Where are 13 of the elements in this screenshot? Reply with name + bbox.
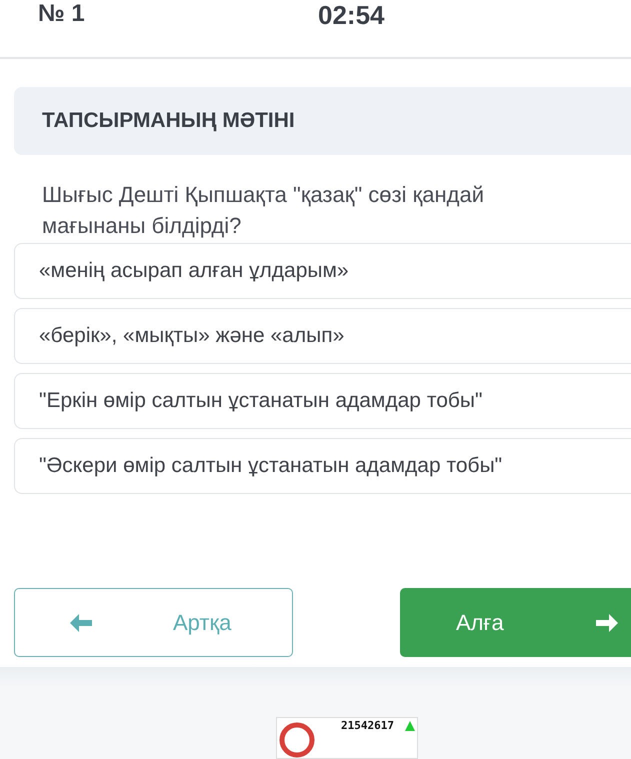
answer-option[interactable]: "Еркін өмір салтын ұстанатын адамдар тобы" [14,373,631,429]
question-number: № 1 [38,0,85,28]
timer: 02:54 [318,0,384,31]
arrow-right-icon [595,612,619,632]
circle-icon [279,722,315,758]
answer-option[interactable]: "Әскери өмір салтын ұстанатын адамдар тобы" [14,438,631,494]
triangle-up-icon [405,721,415,731]
task-title: ТАПСЫРМАНЫҢ МӘТІНІ [42,109,295,133]
answer-option[interactable]: «менің асырап алған ұлдарым» [14,243,631,299]
arrow-left-icon [69,612,93,632]
answer-option[interactable]: «берік», «мықты» және «алып» [14,308,631,364]
question-text: Шығыс Дешті Қыпшақта "қазақ" сөзі қандай мағынаны білдірді? [41,181,485,240]
counter-value: 21542617 [341,719,394,732]
